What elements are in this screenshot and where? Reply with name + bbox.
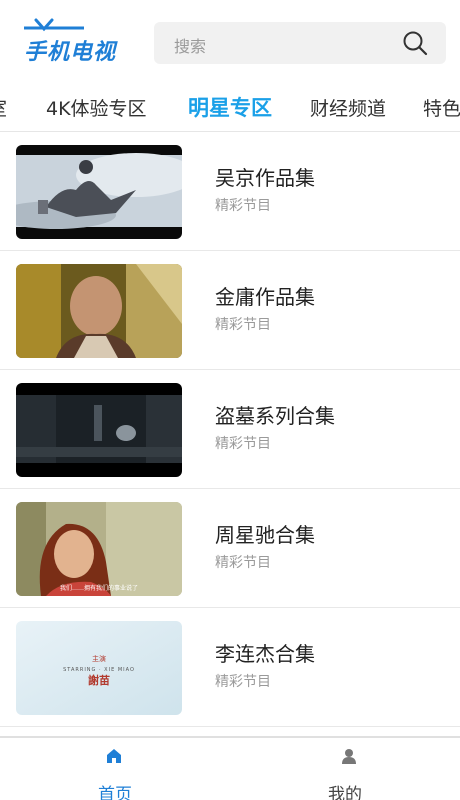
thumbnail-image [16, 145, 182, 239]
bottom-nav: 首页 我的 [0, 736, 460, 800]
tab-partial-left[interactable]: 室 [0, 94, 7, 121]
nav-label: 我的 [328, 785, 362, 800]
thumbnail-image: 主演 STARRING · XIE MIAO 謝苗 [16, 621, 182, 715]
credit-name-text: 謝苗 [88, 673, 110, 687]
list-item[interactable]: 盗墓系列合集 精彩节目 [0, 370, 460, 489]
item-title: 吴京作品集 [215, 166, 315, 190]
content-list: 吴京作品集 精彩节目 金庸作品集 精彩节目 盗墓系列合集 精彩节目 我们……拥有… [0, 132, 460, 736]
logo-text: 手机电视 [24, 40, 117, 65]
nav-profile[interactable]: 我的 [230, 738, 460, 800]
tab-stars[interactable]: 明星专区 [188, 92, 272, 122]
app-logo[interactable]: 手机电视 [14, 16, 130, 65]
item-subtitle: 精彩节目 [215, 317, 271, 333]
search-bar[interactable]: 搜索 [154, 22, 446, 64]
item-title: 李连杰合集 [215, 642, 315, 666]
item-title: 周星驰合集 [215, 523, 315, 547]
credit-small-text: 主演 [92, 654, 106, 663]
home-icon [107, 749, 121, 763]
item-subtitle: 精彩节目 [215, 436, 271, 452]
credit-line-text: STARRING · XIE MIAO [63, 667, 135, 673]
list-item[interactable]: 我们……拥有我们的事业说了 周星驰合集 精彩节目 [0, 489, 460, 608]
item-subtitle: 精彩节目 [215, 198, 271, 214]
thumbnail-image [16, 264, 182, 358]
tab-featured[interactable]: 特色 [423, 94, 460, 121]
tab-4k[interactable]: 4K体验专区 [46, 94, 147, 121]
item-subtitle: 精彩节目 [215, 674, 271, 690]
nav-label: 首页 [98, 785, 132, 800]
user-icon [342, 749, 356, 764]
list-item[interactable]: 金庸作品集 精彩节目 [0, 251, 460, 370]
search-placeholder: 搜索 [174, 37, 207, 56]
nav-home[interactable]: 首页 [0, 738, 230, 800]
video-subtitle-text: 我们……拥有我们的事业说了 [60, 584, 138, 592]
search-icon[interactable] [402, 30, 428, 56]
thumbnail-image [16, 383, 182, 477]
item-title: 盗墓系列合集 [215, 404, 335, 428]
category-tabs: 室 4K体验专区 明星专区 财经频道 特色 [0, 86, 460, 132]
thumbnail-image: 我们……拥有我们的事业说了 [16, 502, 182, 596]
app-header: 手机电视 搜索 [0, 0, 460, 86]
list-item[interactable]: 吴京作品集 精彩节目 [0, 132, 460, 251]
list-item[interactable]: 主演 STARRING · XIE MIAO 謝苗 李连杰合集 精彩节目 [0, 608, 460, 727]
item-title: 金庸作品集 [215, 285, 315, 309]
item-subtitle: 精彩节目 [215, 555, 271, 571]
tab-finance[interactable]: 财经频道 [310, 94, 386, 121]
